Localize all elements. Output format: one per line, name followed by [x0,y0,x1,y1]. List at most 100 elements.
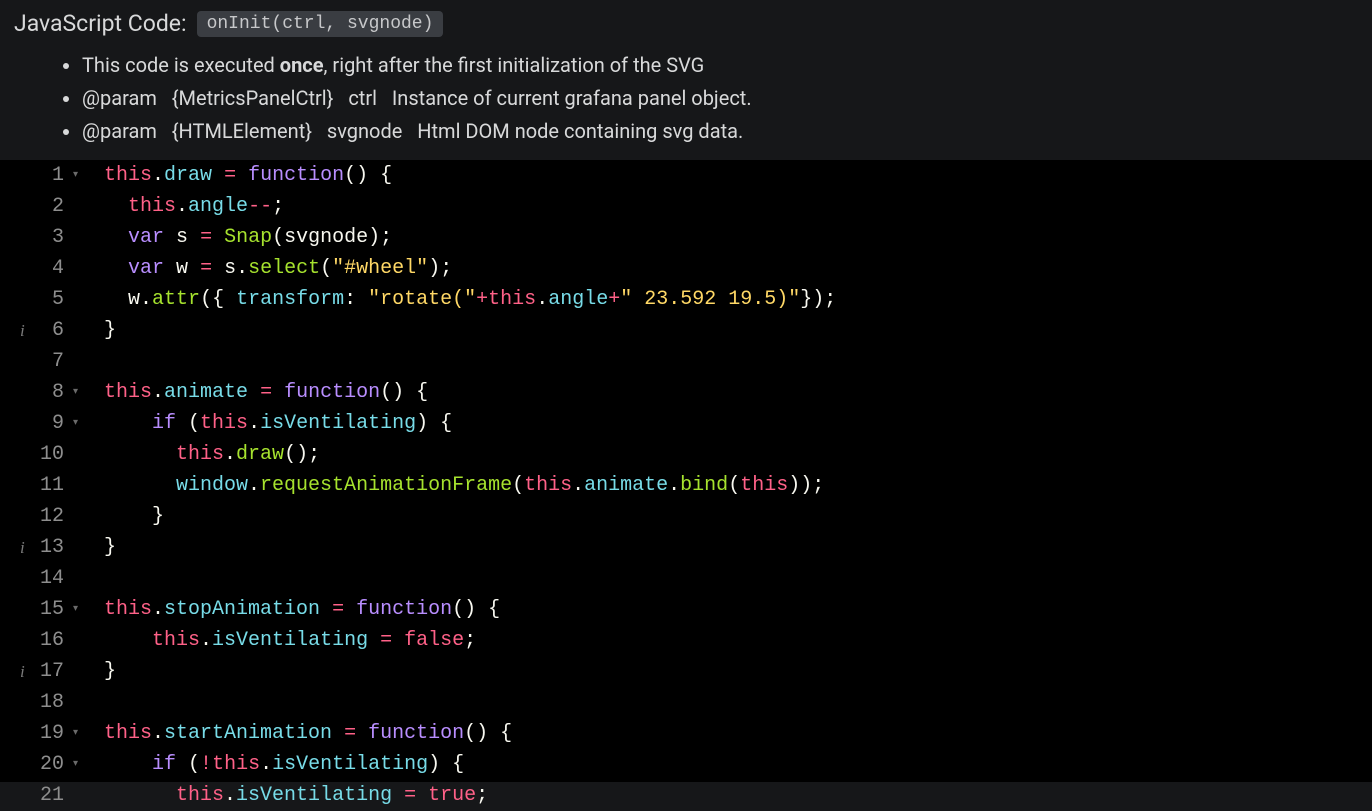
token-ident: s [224,257,236,280]
token-ident: svgnode [284,226,368,249]
code-line[interactable]: this.stopAnimation = function() { [104,594,1372,625]
code-line[interactable] [104,563,1372,594]
token-pun: . [152,381,164,404]
gutter-line: 20▾ [12,749,78,780]
line-number: 15 [38,594,64,625]
token-this: this [128,195,176,218]
token-ident: w [176,257,188,280]
code-line[interactable]: w.attr({ transform: "rotate("+this.angle… [104,284,1372,315]
token-pun [356,722,368,745]
token-pun [248,381,260,404]
editor-code-area[interactable]: this.draw = function() { this.angle--; v… [92,160,1372,782]
token-kw: function [356,598,452,621]
code-line[interactable]: this.animate = function() { [104,377,1372,408]
info-icon[interactable]: i [20,656,25,687]
fold-icon[interactable]: ▾ [68,718,78,749]
code-line[interactable]: this.draw = function() { [104,160,1372,191]
token-pun: ( [728,474,740,497]
token-pun: ); [428,257,452,280]
code-line[interactable]: var w = s.select("#wheel"); [104,253,1372,284]
code-line[interactable]: this.angle--; [104,191,1372,222]
doc-bullet-list: This code is executed once, right after … [14,49,1358,148]
function-signature-badge: onInit(ctrl, svgnode) [197,11,444,37]
gutter-line: i6 [12,315,78,346]
info-icon[interactable]: i [20,315,25,346]
token-pun: . [152,164,164,187]
token-pun [344,598,356,621]
gutter-line: 10 [12,439,78,470]
gutter-line: 8▾ [12,377,78,408]
info-icon[interactable]: i [20,532,25,563]
gutter-line: 15▾ [12,594,78,625]
token-str: "#wheel" [332,257,428,280]
code-editor[interactable]: 1▾2345i678▾9▾101112i131415▾16i171819▾20▾… [0,160,1372,782]
code-line[interactable]: this.startAnimation = function() { [104,718,1372,749]
code-line[interactable]: var s = Snap(svgnode); [104,222,1372,253]
code-line[interactable] [104,687,1372,718]
fold-icon[interactable]: ▾ [68,749,78,780]
code-line[interactable]: if (!this.isVentilating) { [104,749,1372,780]
token-fn: requestAnimationFrame [260,474,512,497]
code-line[interactable]: if (this.isVentilating) { [104,408,1372,439]
token-pun: . [236,257,248,280]
token-prop: isVentilating [272,753,428,776]
code-line[interactable]: } [104,315,1372,346]
code-line[interactable] [104,346,1372,377]
gutter-line: 3 [12,222,78,253]
token-pun: ( [320,257,332,280]
token-pun [272,381,284,404]
code-line[interactable]: this.isVentilating = false; [104,625,1372,656]
line-number: 6 [38,315,64,346]
line-number: 10 [38,439,64,470]
gutter-line: 9▾ [12,408,78,439]
token-pun [368,629,380,652]
code-line[interactable]: } [104,656,1372,687]
token-pun: ; [476,784,488,807]
token-pun: () { [380,381,428,404]
gutter-line: 2 [12,191,78,222]
token-pun [104,629,152,652]
code-line[interactable]: this.draw(); [104,439,1372,470]
token-this: this [200,412,248,435]
line-number: 17 [38,656,64,687]
fold-icon[interactable]: ▾ [68,160,78,191]
token-ident: s [176,226,188,249]
gutter-line: 7 [12,346,78,377]
code-line[interactable]: this.isVentilating = true; [104,780,1372,811]
token-pun [188,257,200,280]
code-line[interactable]: } [104,532,1372,563]
token-this: this [488,288,536,311]
token-pun: ; [272,195,284,218]
token-pun: } [104,319,116,342]
token-pun: . [668,474,680,497]
token-pun: } [104,505,164,528]
token-prop: isVentilating [236,784,392,807]
token-pun: . [152,598,164,621]
token-op: = [200,257,212,280]
fold-icon[interactable]: ▾ [68,408,78,439]
token-op: = [380,629,392,652]
gutter-line: 14 [12,563,78,594]
token-pun: . [140,288,152,311]
token-str: " 23.592 19.5)" [620,288,800,311]
fold-icon[interactable]: ▾ [68,594,78,625]
gutter-line: 18 [12,687,78,718]
token-this: false [404,629,464,652]
token-this: this [104,381,152,404]
token-this: this [176,443,224,466]
code-line[interactable]: } [104,501,1372,532]
fold-icon[interactable]: ▾ [68,377,78,408]
token-pun: ; [464,629,476,652]
token-fn: select [248,257,320,280]
token-op: = [224,164,236,187]
token-fn: Snap [224,226,272,249]
gutter-line: i13 [12,532,78,563]
doc-bullet: This code is executed once, right after … [82,49,1358,82]
line-number: 9 [38,408,64,439]
token-pun: ) { [416,412,452,435]
token-pun: ) { [428,753,464,776]
token-fn: bind [680,474,728,497]
code-line[interactable]: window.requestAnimationFrame(this.animat… [104,470,1372,501]
token-kw: var [128,226,164,249]
gutter-line: 4 [12,253,78,284]
